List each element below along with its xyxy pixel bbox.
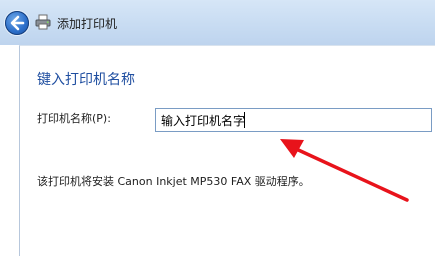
- back-button[interactable]: [5, 11, 29, 35]
- printer-name-label: 打印机名称(P):: [37, 112, 111, 125]
- page-heading: 键入打印机名称: [37, 72, 135, 88]
- printer-icon: [35, 14, 51, 30]
- driver-info-text: 该打印机将安装 Canon Inkjet MP530 FAX 驱动程序。: [37, 175, 310, 188]
- text-cursor: [244, 112, 245, 128]
- back-arrow-icon: [10, 15, 25, 31]
- wizard-header: 添加打印机: [0, 0, 435, 45]
- printer-name-input[interactable]: [155, 108, 432, 132]
- window-title: 添加打印机: [57, 17, 118, 31]
